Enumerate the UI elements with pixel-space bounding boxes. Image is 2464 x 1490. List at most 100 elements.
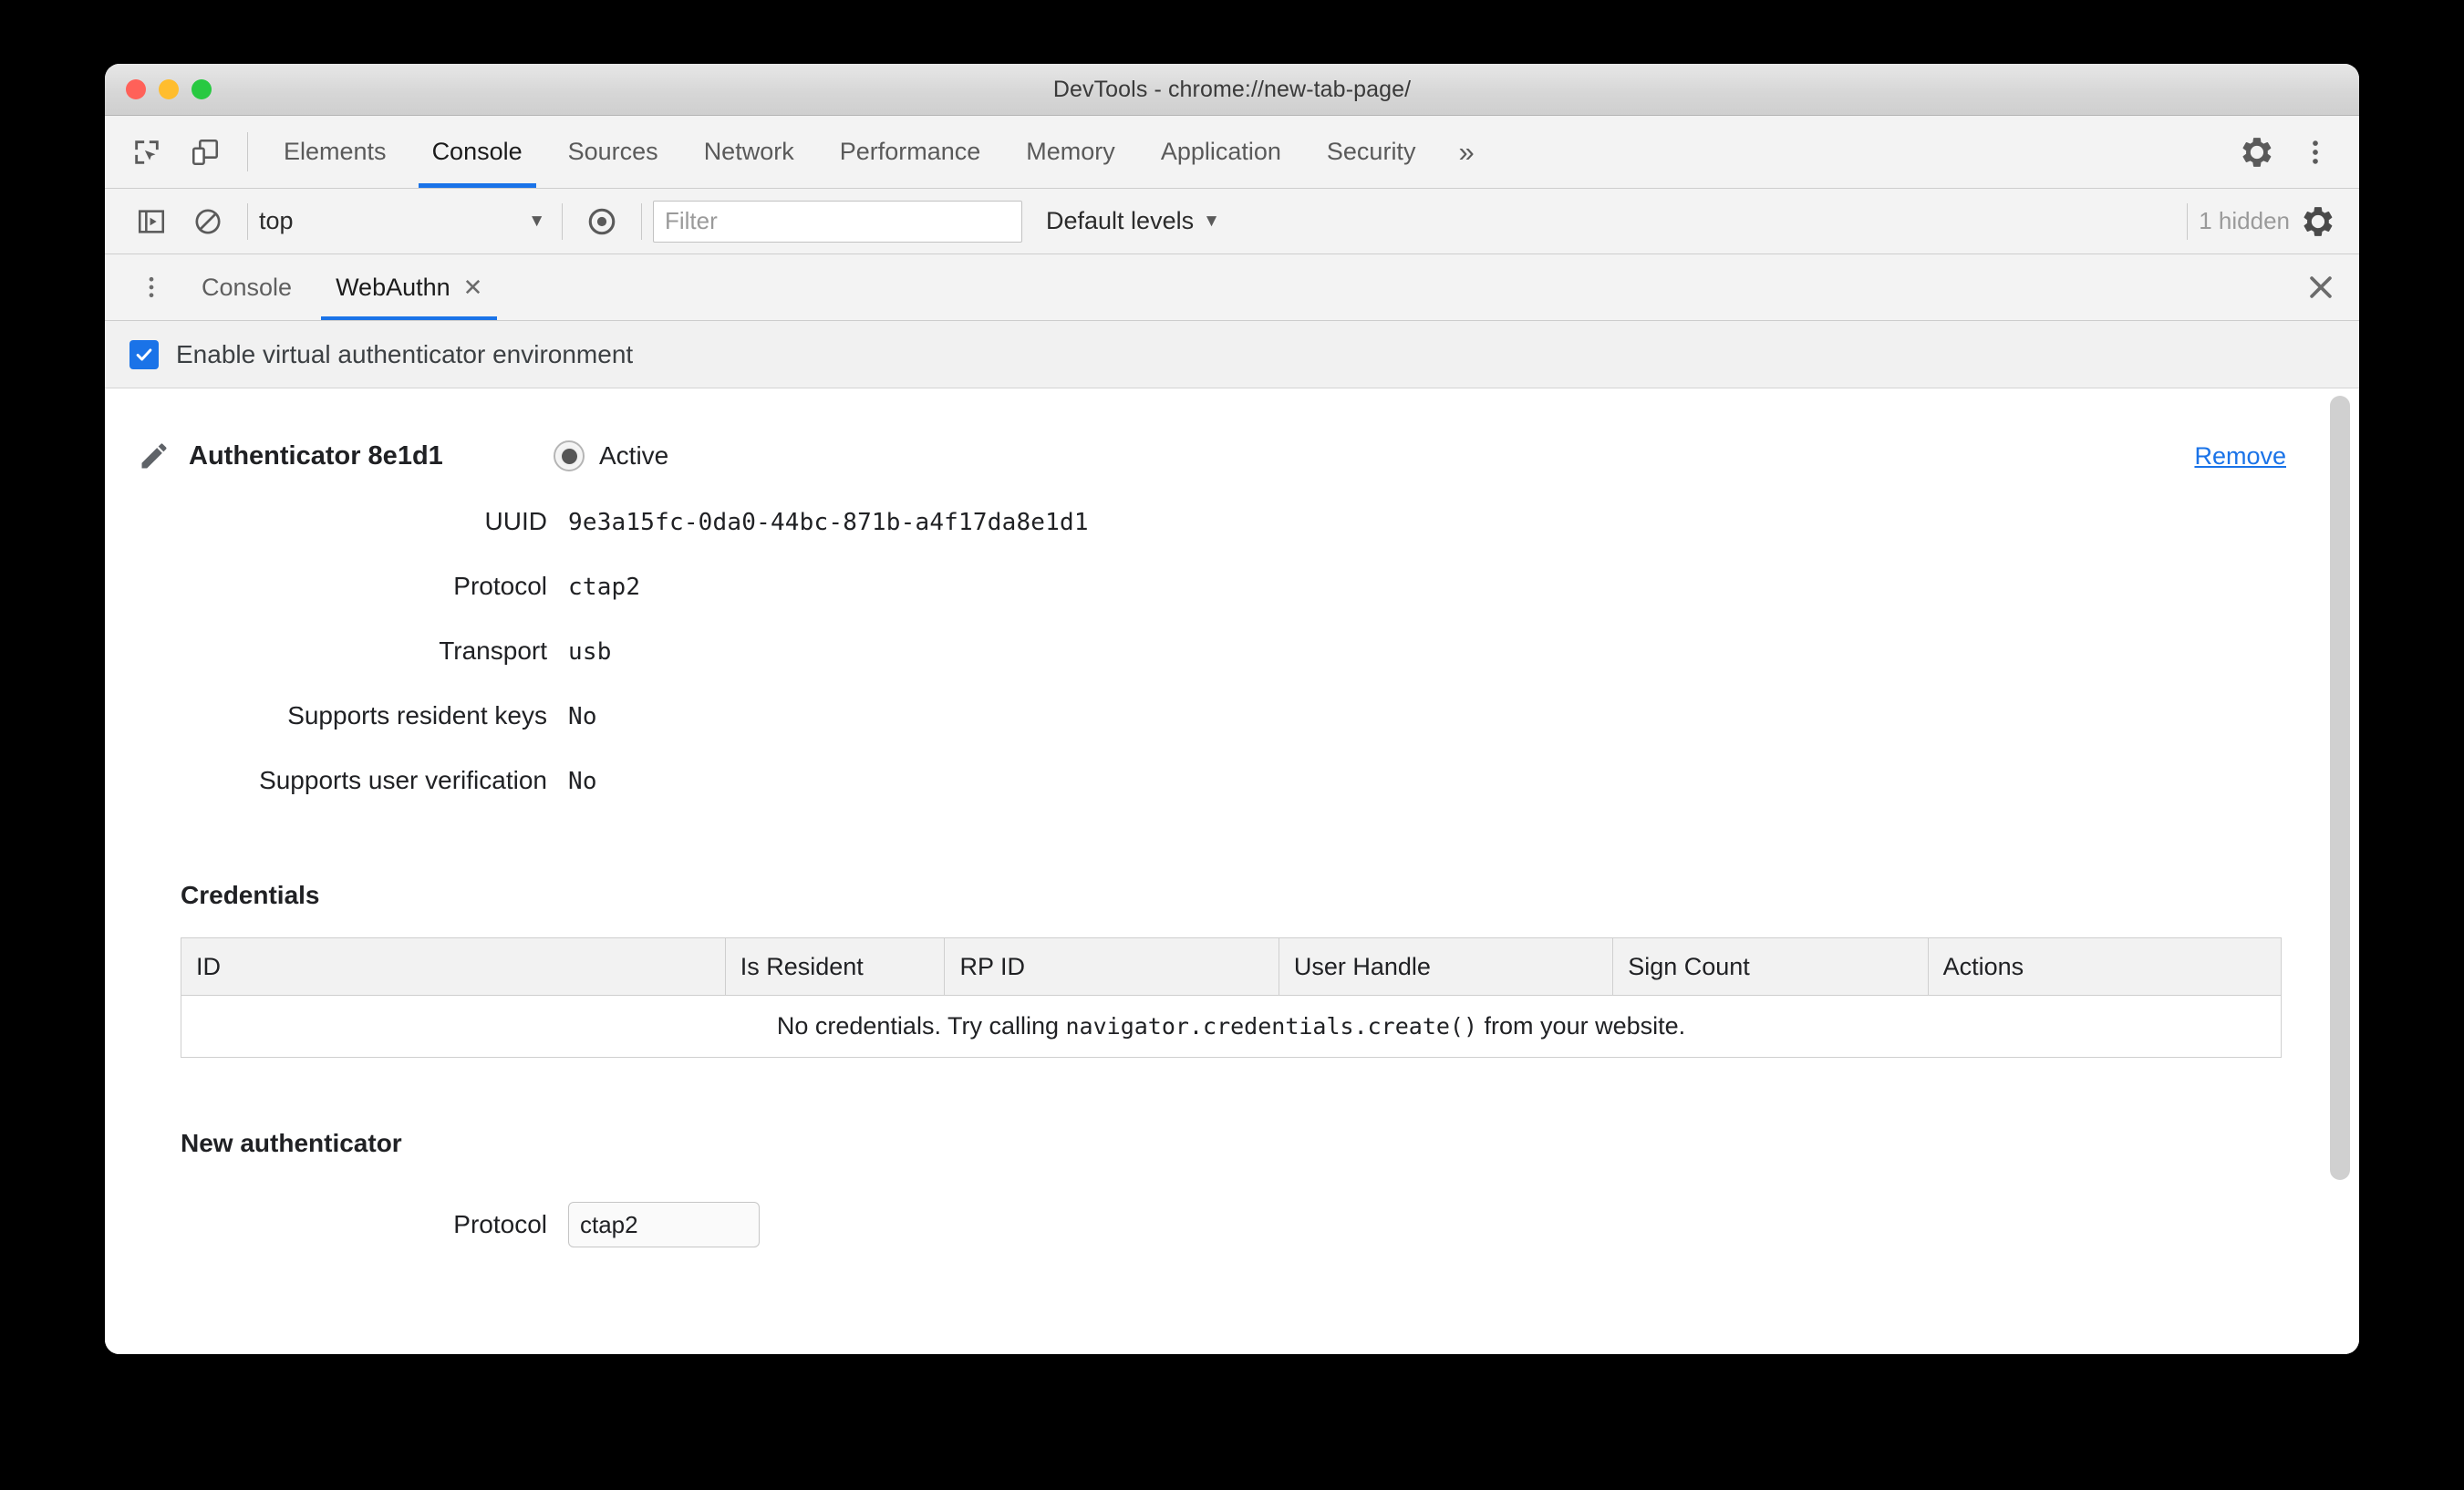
- authenticator-properties: UUID 9e3a15fc-0da0-44bc-871b-a4f17da8e1d…: [130, 507, 2286, 831]
- window-titlebar: DevTools - chrome://new-tab-page/: [105, 64, 2359, 116]
- clear-console-button[interactable]: [180, 193, 236, 250]
- checkmark-icon: [136, 347, 152, 361]
- main-toolbar-right: [2201, 116, 2359, 188]
- log-levels-dropdown[interactable]: Default levels ▼: [1046, 207, 1226, 235]
- tab-sources[interactable]: Sources: [545, 116, 681, 188]
- property-key-transport: Transport: [439, 636, 547, 665]
- property-row-transport: Transport usb: [130, 636, 2286, 701]
- credentials-empty-code: navigator.credentials.create(): [1065, 1013, 1478, 1040]
- eye-icon: [588, 208, 616, 234]
- chevron-down-icon: ▼: [528, 211, 545, 231]
- active-radio-label: Active: [599, 441, 669, 470]
- enable-virtual-authenticator-row[interactable]: Enable virtual authenticator environment: [105, 321, 2359, 388]
- traffic-light-buttons: [126, 79, 212, 99]
- credentials-header-row: ID Is Resident RP ID User Handle Sign Co…: [181, 937, 2282, 996]
- panel-vertical-scrollbar[interactable]: [2330, 396, 2350, 1354]
- drawer-tabbar: Console WebAuthn ✕: [105, 254, 2359, 321]
- devtools-settings-button[interactable]: [2228, 135, 2286, 170]
- property-key-resident-keys: Supports resident keys: [287, 701, 547, 729]
- log-levels-label: Default levels: [1046, 207, 1195, 234]
- tab-security[interactable]: Security: [1304, 116, 1439, 188]
- tab-memory-label: Memory: [1026, 138, 1115, 165]
- close-window-button[interactable]: [126, 79, 146, 99]
- tab-application[interactable]: Application: [1138, 116, 1304, 188]
- property-row-uuid: UUID 9e3a15fc-0da0-44bc-871b-a4f17da8e1d…: [130, 507, 2286, 572]
- credentials-empty-suffix: from your website.: [1477, 1012, 1686, 1040]
- drawer-tab-console[interactable]: Console: [180, 254, 314, 320]
- column-header-is-resident[interactable]: Is Resident: [725, 937, 946, 996]
- tab-performance[interactable]: Performance: [817, 116, 1004, 188]
- new-authenticator-heading: New authenticator: [181, 1129, 402, 1157]
- edit-authenticator-name-button[interactable]: [130, 440, 178, 472]
- authenticator-title: Authenticator 8e1d1: [189, 440, 443, 471]
- close-icon: [2310, 276, 2332, 298]
- new-authenticator-protocol-value: ctap2: [580, 1210, 638, 1238]
- tab-memory[interactable]: Memory: [1003, 116, 1138, 188]
- inspect-element-icon: [135, 140, 159, 164]
- property-value-uuid: 9e3a15fc-0da0-44bc-871b-a4f17da8e1d1: [568, 509, 1089, 536]
- credentials-empty-cell: No credentials. Try calling navigator.cr…: [181, 996, 2282, 1058]
- javascript-context-value: top: [259, 207, 294, 234]
- column-header-user-handle[interactable]: User Handle: [1279, 937, 1614, 996]
- active-radio-button[interactable]: [554, 440, 585, 471]
- tab-performance-label: Performance: [839, 138, 981, 165]
- credentials-table-body: No credentials. Try calling navigator.cr…: [181, 996, 2282, 1058]
- property-key-uuid: UUID: [484, 507, 547, 535]
- property-row-protocol: Protocol ctap2: [130, 572, 2286, 636]
- drawer-tab-console-label: Console: [202, 273, 293, 301]
- credentials-table-head: ID Is Resident RP ID User Handle Sign Co…: [181, 937, 2282, 996]
- authenticator-header: Authenticator 8e1d1 Active Remove: [130, 430, 2286, 481]
- device-toolbar-icon: [192, 139, 219, 165]
- tab-network[interactable]: Network: [681, 116, 817, 188]
- tab-sources-label: Sources: [567, 138, 658, 165]
- column-header-actions[interactable]: Actions: [1928, 937, 2282, 996]
- column-header-rp-id[interactable]: RP ID: [944, 937, 1279, 996]
- chevron-down-icon-levels: ▼: [1203, 211, 1220, 231]
- set-active-authenticator-radio[interactable]: Active: [554, 440, 668, 471]
- javascript-context-dropdown[interactable]: top ▼: [259, 207, 551, 235]
- devtools-main-tabbar: Elements Console Sources Network Perform…: [105, 116, 2359, 189]
- property-value-transport: usb: [568, 638, 612, 666]
- column-header-sign-count[interactable]: Sign Count: [1612, 937, 1929, 996]
- more-tabs-button[interactable]: »: [1438, 116, 1494, 188]
- tab-console-label: Console: [431, 138, 523, 165]
- console-settings-button[interactable]: [2290, 193, 2346, 250]
- drawer-tab-webauthn-close-icon[interactable]: ✕: [463, 274, 483, 302]
- console-toolbar-divider-1: [247, 202, 248, 240]
- minimize-window-button[interactable]: [159, 79, 179, 99]
- tab-elements[interactable]: Elements: [261, 116, 409, 188]
- column-header-id[interactable]: ID: [181, 937, 726, 996]
- console-toolbar-divider-2: [562, 202, 563, 240]
- kebab-menu-icon: [149, 276, 154, 298]
- tab-application-label: Application: [1160, 138, 1281, 165]
- new-authenticator-protocol-label: Protocol: [453, 1210, 547, 1238]
- close-drawer-button[interactable]: [2283, 254, 2359, 320]
- kebab-menu-icon: [2313, 140, 2318, 164]
- tab-security-label: Security: [1326, 138, 1416, 165]
- maximize-window-button[interactable]: [192, 79, 212, 99]
- console-sidebar-toggle-button[interactable]: [123, 193, 180, 250]
- console-sidebar-icon: [138, 209, 165, 233]
- webauthn-panel-body: Authenticator 8e1d1 Active Remove UUID 9…: [105, 388, 2359, 1354]
- toggle-device-toolbar-button[interactable]: [176, 116, 234, 188]
- new-authenticator-protocol-select[interactable]: ctap2: [568, 1202, 760, 1247]
- enable-virtual-authenticator-label: Enable virtual authenticator environment: [176, 339, 634, 368]
- toolbar-divider: [247, 132, 248, 171]
- gear-icon: [2242, 137, 2272, 167]
- console-filter-input[interactable]: Filter: [653, 200, 1022, 243]
- credentials-empty-row: No credentials. Try calling navigator.cr…: [181, 996, 2282, 1058]
- drawer-more-tools-button[interactable]: [123, 254, 180, 320]
- enable-virtual-authenticator-checkbox[interactable]: [129, 339, 159, 369]
- property-value-resident-keys: No: [568, 703, 597, 730]
- more-tabs-label: »: [1458, 135, 1475, 168]
- remove-authenticator-link[interactable]: Remove: [2194, 442, 2286, 471]
- create-live-expression-button[interactable]: [574, 193, 630, 250]
- panel-scrollbar-thumb[interactable]: [2330, 396, 2350, 1180]
- devtools-more-options-button[interactable]: [2286, 137, 2345, 168]
- inspect-element-button[interactable]: [118, 116, 176, 188]
- window-title: DevTools - chrome://new-tab-page/: [1052, 76, 1412, 102]
- devtools-drawer: Console WebAuthn ✕ Enable virtual authen…: [105, 254, 2359, 1354]
- tab-console[interactable]: Console: [409, 116, 545, 188]
- drawer-tab-webauthn[interactable]: WebAuthn ✕: [314, 254, 504, 320]
